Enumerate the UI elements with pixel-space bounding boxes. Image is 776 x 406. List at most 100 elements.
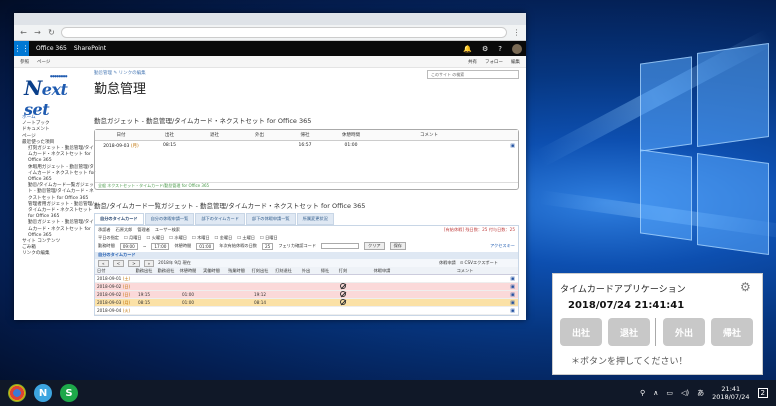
reload-icon[interactable]: ↻ [47,28,56,37]
help-icon[interactable]: ? [498,45,502,53]
avatar[interactable] [512,43,522,54]
bell-icon[interactable]: 🔔 [463,45,472,53]
prev-button[interactable]: < [112,259,125,267]
work-from-select[interactable]: 09:00 [119,242,138,250]
list-tab[interactable]: 自分の休暇申請一覧 [144,213,195,225]
office365-link[interactable]: Office 365 [36,45,67,52]
clock-out-button[interactable]: 退社 [608,318,650,346]
nav-item[interactable]: 管理者用ガジェット - 勤怠管理/タイムカード・ネクストセット for Offi… [22,202,97,221]
break-select[interactable]: 01:00 [196,242,215,250]
approver-value-2[interactable]: 管理者 [137,227,150,233]
weekday-checkbox[interactable]: ☐ 火曜日 [147,235,165,241]
ban-icon [334,299,352,306]
weekday-checkbox[interactable]: ☐ 日曜日 [260,235,278,241]
address-bar[interactable] [61,27,507,38]
search-input[interactable]: このサイト の検索 [427,70,519,79]
save-icon[interactable]: ▣ [484,143,518,149]
clear-button[interactable]: クリア [364,242,385,250]
cell-date: 2018-09-02 (日) [97,291,131,297]
weekday-checkbox[interactable]: ☐ 月曜日 [124,235,142,241]
ribbon-actions: 共有 フォロー 編集 [468,59,520,65]
col-in[interactable]: 出社 [147,132,192,138]
app-launcher-icon[interactable]: ⋮⋮ [14,41,30,56]
browser-tab-strip[interactable] [14,13,526,25]
go-out-button[interactable]: 外出 [663,318,705,346]
timecard-table: 日付 出社 退社 外出 帰社 休憩時間 コメント 2018-09-03 (月) … [94,129,519,190]
menu-icon[interactable]: ⋮ [512,28,521,37]
clock[interactable]: 21:41 2018/07/24 [712,385,749,401]
edit-button[interactable]: 編集 [511,59,520,65]
next-button[interactable]: > [128,259,140,267]
col-back[interactable]: 帰社 [282,132,328,138]
ime-icon[interactable]: あ [697,388,704,398]
person-icon[interactable]: ⚲ [640,389,645,397]
gear-icon[interactable]: ⚙ [740,280,751,294]
grid-col-header: 休暇申請 [373,267,391,273]
cell-date: 2018-09-02 (日) [97,283,131,289]
leave-request-link[interactable]: 休暇申請 [439,260,456,266]
nextset-app-icon[interactable]: N [34,384,52,402]
grid-title: 自分のタイムカード [95,252,518,259]
edit-links[interactable]: リンクの編集 [119,71,146,76]
cell: 08:14 [253,300,267,305]
nav-item[interactable]: リンクの編集 [22,251,97,257]
grid-body: 2018-09-01 (土) ▣ 2018-09-02 (日) ▣ 2018-09-02… [95,275,518,315]
edit-icon[interactable]: ▣ [412,292,518,298]
clock-in-button[interactable]: 出社 [560,318,602,346]
save-button[interactable]: 保存 [389,242,406,250]
forward-icon[interactable]: → [33,28,42,37]
breadcrumb: 勤怠管理 ✎ リンクの編集 [94,70,146,76]
edit-icon[interactable]: ▣ [412,308,518,314]
share-button[interactable]: 共有 [468,59,477,65]
work-to-select[interactable]: 17:00 [151,242,170,250]
network-icon[interactable]: ▭ [666,389,673,397]
ribbon-tab-page[interactable]: ページ [37,59,50,65]
notification-icon[interactable]: 2 [757,388,768,398]
cell: 19:12 [253,292,267,297]
nav-item[interactable]: 打刻ガジェット - 勤怠管理/タイムカード・ネクストセット for Office… [22,146,97,165]
felica-input[interactable] [321,243,360,249]
weekday-checkbox[interactable]: ☐ 土曜日 [237,235,255,241]
follow-button[interactable]: フォロー [485,59,503,65]
return-button[interactable]: 帰社 [711,318,753,346]
user-search-link[interactable]: ユーザー検索 [155,227,180,233]
nextset-logo[interactable]: Next set ●●●●●●●● [24,74,82,119]
chevron-up-icon[interactable]: ∧ [653,389,658,397]
next-month-button[interactable]: » [143,259,155,267]
col-away[interactable]: 外出 [237,132,282,138]
edit-icon[interactable]: ▣ [412,284,518,290]
chrome-icon[interactable] [8,384,26,402]
weekday-checkbox[interactable]: ☐ 水曜日 [169,235,187,241]
list-tab[interactable]: 部下の休暇申請一覧 [245,213,296,225]
volume-icon[interactable]: ◁) [681,389,689,397]
table-row: 2018-09-01 (土) ▣ [95,275,518,283]
cell-date: 2018-09-03 (月) [97,299,131,305]
edit-icon[interactable]: ▣ [412,300,518,306]
col-out[interactable]: 退社 [192,132,237,138]
nav-item[interactable]: 勤怠ガジェット - 勤怠管理/タイムカード・ネクストセット for Office… [22,220,97,239]
edit-icon[interactable]: ▣ [412,276,518,282]
grid-col-header: 休憩時間 [179,267,197,273]
breadcrumb-link[interactable]: 勤怠管理 [94,71,112,76]
gear-icon[interactable]: ⚙ [482,45,488,53]
sharepoint-link[interactable]: SharePoint [74,45,106,52]
table-row: 2018-09-03 (月) 08:15 01:00 08:14 ▣ [95,299,518,307]
list-tab[interactable]: 自分のタイムカード [94,213,144,225]
nav-item[interactable]: 休暇用ガジェット - 勤怠管理/タイムカード・ネクストセット for Offic… [22,165,97,184]
gadget-footer[interactable]: 全般 ネクストセット・タイムカード/勤怠管理 for Office 365 [95,182,518,189]
list-tab[interactable]: 所属変更状況 [296,213,334,225]
annual-leave-label: 年次有給休暇の日数 [219,243,257,248]
s-app-icon[interactable]: S [60,384,78,402]
weekday-row: 平日の指定 ☐ 月曜日 ☐ 火曜日 ☐ 水曜日 ☐ 木曜日 ☐ 金曜日 ☐ 土曜日 ☐ 日曜… [95,234,518,242]
access-key-link[interactable]: アクセスキー [490,243,518,249]
approver-value[interactable]: 石原太郎 [116,227,133,233]
ribbon-tab-browse[interactable]: 参照 [20,59,29,65]
annual-leave-input[interactable]: 25 [261,242,274,250]
back-icon[interactable]: ← [19,28,28,37]
prev-month-button[interactable]: « [98,259,109,267]
weekday-checkbox[interactable]: ☐ 木曜日 [192,235,210,241]
list-tab[interactable]: 部下のタイムカード [195,213,245,225]
csv-export-link[interactable]: ⊙ CSVエクスポート [460,260,518,266]
nav-item[interactable]: 勤怠/タイムカード一覧ガジェット - 勤怠管理/タイムカード・ネクストセット f… [22,183,97,202]
weekday-checkbox[interactable]: ☐ 金曜日 [215,235,233,241]
